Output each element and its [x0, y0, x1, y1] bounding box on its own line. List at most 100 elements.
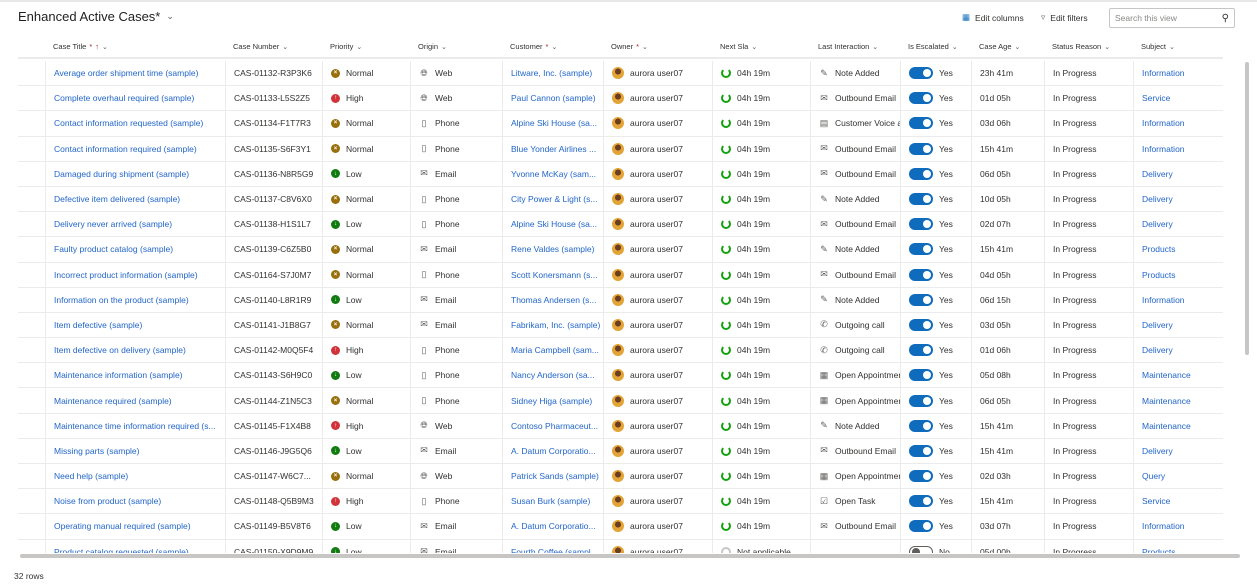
table-row[interactable]: Missing parts (sample) CAS-01146-J9G5Q6 ↓ L…: [18, 438, 1223, 464]
case-title-link[interactable]: Information on the product (sample): [54, 295, 189, 305]
customer-link[interactable]: Fabrikam, Inc. (sample): [511, 320, 600, 330]
customer-link[interactable]: Paul Cannon (sample): [511, 93, 596, 103]
table-row[interactable]: Complete overhaul required (sample) CAS-0…: [18, 86, 1223, 112]
subject-link[interactable]: Service: [1142, 496, 1170, 506]
subject-link[interactable]: Query: [1142, 471, 1165, 481]
subject-link[interactable]: Delivery: [1142, 446, 1173, 456]
escalated-toggle[interactable]: [909, 318, 933, 331]
customer-link[interactable]: Litware, Inc. (sample): [511, 68, 592, 78]
escalated-toggle[interactable]: [909, 243, 933, 256]
subject-link[interactable]: Information: [1142, 118, 1185, 128]
subject-link[interactable]: Service: [1142, 93, 1170, 103]
column-header-origin[interactable]: Origin ⌄: [418, 42, 447, 51]
table-row[interactable]: Noise from product (sample) CAS-01148-Q5B…: [18, 489, 1223, 515]
row-selector[interactable]: [18, 388, 45, 412]
row-selector[interactable]: [18, 288, 45, 312]
subject-link[interactable]: Products: [1142, 547, 1176, 553]
row-selector[interactable]: [18, 439, 45, 463]
escalated-toggle[interactable]: [909, 142, 933, 155]
row-selector[interactable]: [18, 137, 45, 161]
table-row[interactable]: Maintenance time information required (s…: [18, 413, 1223, 439]
table-row[interactable]: Contact information required (sample) CAS…: [18, 136, 1223, 162]
row-selector[interactable]: [18, 540, 45, 553]
customer-link[interactable]: City Power & Light (s...: [511, 194, 597, 204]
column-header-status-reason[interactable]: Status Reason ⌄: [1052, 42, 1110, 51]
escalated-toggle[interactable]: [909, 218, 933, 231]
table-row[interactable]: Maintenance information (sample) CAS-0114…: [18, 363, 1223, 389]
row-selector[interactable]: [18, 237, 45, 261]
customer-link[interactable]: Blue Yonder Airlines ...: [511, 144, 596, 154]
case-title-link[interactable]: Incorrect product information (sample): [54, 270, 198, 280]
case-title-link[interactable]: Maintenance time information required (s…: [54, 421, 216, 431]
row-selector[interactable]: [18, 86, 45, 110]
escalated-toggle[interactable]: [909, 117, 933, 130]
row-selector[interactable]: [18, 187, 45, 211]
case-title-link[interactable]: Contact information requested (sample): [54, 118, 203, 128]
subject-link[interactable]: Products: [1142, 244, 1176, 254]
escalated-toggle[interactable]: [909, 167, 933, 180]
table-row[interactable]: Contact information requested (sample) CA…: [18, 111, 1223, 137]
table-row[interactable]: Faulty product catalog (sample) CAS-01139…: [18, 237, 1223, 263]
table-row[interactable]: Product catalog requested (sample) CAS-01…: [18, 539, 1223, 553]
escalated-toggle[interactable]: [909, 369, 933, 382]
subject-link[interactable]: Information: [1142, 144, 1185, 154]
table-row[interactable]: Average order shipment time (sample) CAS-…: [18, 61, 1223, 87]
column-header-last-interaction[interactable]: Last Interaction ⌄: [818, 42, 878, 51]
escalated-toggle[interactable]: [909, 67, 933, 80]
table-row[interactable]: Delivery never arrived (sample) CAS-01138…: [18, 212, 1223, 238]
search-icon[interactable]: ⚲: [1222, 13, 1229, 24]
column-header-case-number[interactable]: Case Number ⌄: [233, 42, 288, 51]
row-selector[interactable]: [18, 363, 45, 387]
subject-link[interactable]: Information: [1142, 68, 1185, 78]
case-title-link[interactable]: Maintenance information (sample): [54, 370, 183, 380]
column-header-case-title[interactable]: Case Title * ↑ ⌄: [53, 42, 108, 51]
customer-link[interactable]: Alpine Ski House (sa...: [511, 118, 597, 128]
customer-link[interactable]: Patrick Sands (sample): [511, 471, 599, 481]
escalated-toggle[interactable]: [909, 419, 933, 432]
case-title-link[interactable]: Faulty product catalog (sample): [54, 244, 173, 254]
vertical-scrollbar[interactable]: [1245, 62, 1249, 355]
column-header-next-sla[interactable]: Next Sla ⌄: [720, 42, 757, 51]
horizontal-scrollbar[interactable]: [20, 554, 1240, 558]
case-title-link[interactable]: Contact information required (sample): [54, 144, 197, 154]
customer-link[interactable]: Susan Burk (sample): [511, 496, 590, 506]
case-title-link[interactable]: Maintenance required (sample): [54, 396, 172, 406]
row-selector[interactable]: [18, 162, 45, 186]
column-header-subject[interactable]: Subject ⌄: [1141, 42, 1175, 51]
row-selector[interactable]: [18, 111, 45, 135]
table-row[interactable]: Incorrect product information (sample) CA…: [18, 262, 1223, 288]
customer-link[interactable]: Scott Konersmann (s...: [511, 270, 597, 280]
case-title-link[interactable]: Complete overhaul required (sample): [54, 93, 194, 103]
customer-link[interactable]: A. Datum Corporatio...: [511, 446, 596, 456]
table-row[interactable]: Need help (sample) CAS-01147-W6C7... × Norm…: [18, 464, 1223, 490]
row-selector[interactable]: [18, 263, 45, 287]
case-title-link[interactable]: Noise from product (sample): [54, 496, 161, 506]
table-row[interactable]: Information on the product (sample) CAS-0…: [18, 287, 1223, 313]
subject-link[interactable]: Maintenance: [1142, 421, 1191, 431]
case-title-link[interactable]: Delivery never arrived (sample): [54, 219, 172, 229]
column-header-priority[interactable]: Priority ⌄: [330, 42, 362, 51]
subject-link[interactable]: Products: [1142, 270, 1176, 280]
escalated-toggle[interactable]: [909, 520, 933, 533]
row-selector[interactable]: [18, 212, 45, 236]
escalated-toggle[interactable]: [909, 268, 933, 281]
row-selector[interactable]: [18, 464, 45, 488]
escalated-toggle[interactable]: [909, 293, 933, 306]
table-row[interactable]: Maintenance required (sample) CAS-01144-Z…: [18, 388, 1223, 414]
subject-link[interactable]: Information: [1142, 295, 1185, 305]
escalated-toggle[interactable]: [909, 344, 933, 357]
subject-link[interactable]: Delivery: [1142, 219, 1173, 229]
case-title-link[interactable]: Operating manual required (sample): [54, 521, 191, 531]
escalated-toggle[interactable]: [909, 495, 933, 508]
customer-link[interactable]: Yvonne McKay (sam...: [511, 169, 596, 179]
table-row[interactable]: Defective item delivered (sample) CAS-011…: [18, 186, 1223, 213]
case-title-link[interactable]: Damaged during shipment (sample): [54, 169, 189, 179]
case-title-link[interactable]: Need help (sample): [54, 471, 128, 481]
view-selector[interactable]: Enhanced Active Cases* ⌄: [18, 9, 174, 24]
table-row[interactable]: Operating manual required (sample) CAS-01…: [18, 514, 1223, 540]
subject-link[interactable]: Delivery: [1142, 169, 1173, 179]
row-selector[interactable]: [18, 313, 45, 337]
case-title-link[interactable]: Average order shipment time (sample): [54, 68, 198, 78]
row-selector[interactable]: [18, 489, 45, 513]
case-title-link[interactable]: Missing parts (sample): [54, 446, 140, 456]
